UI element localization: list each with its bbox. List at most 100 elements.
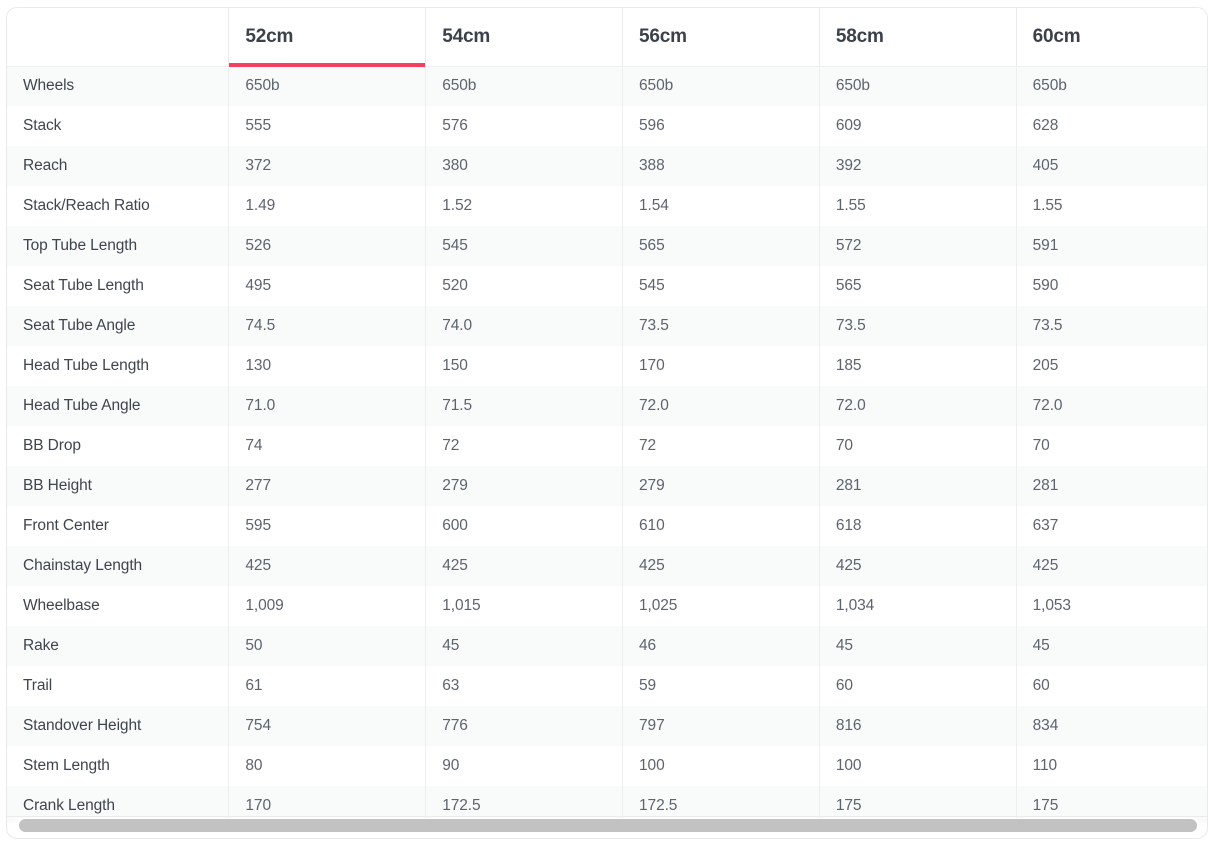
table-cell: 425 xyxy=(1016,546,1207,586)
table-cell: 1,025 xyxy=(623,586,820,626)
horizontal-scrollbar-track[interactable] xyxy=(14,818,1200,833)
table-cell: 565 xyxy=(623,226,820,266)
table-header-row: 52cm54cm56cm58cm60cm xyxy=(7,8,1207,66)
table-cell: 205 xyxy=(1016,346,1207,386)
table-cell: 70 xyxy=(819,426,1016,466)
table-cell: 150 xyxy=(426,346,623,386)
table-cell: 1,034 xyxy=(819,586,1016,626)
table-cell: 72 xyxy=(623,426,820,466)
table-cell: 185 xyxy=(819,346,1016,386)
table-row: Rake5045464545 xyxy=(7,626,1207,666)
table-cell: 45 xyxy=(819,626,1016,666)
table-row: BB Height277279279281281 xyxy=(7,466,1207,506)
table-cell: 520 xyxy=(426,266,623,306)
table-cell: 279 xyxy=(623,466,820,506)
table-cell: 545 xyxy=(426,226,623,266)
row-label-stem-length: Stem Length xyxy=(7,746,229,786)
table-cell: 610 xyxy=(623,506,820,546)
table-cell: 71.0 xyxy=(229,386,426,426)
table-cell: 100 xyxy=(819,746,1016,786)
table-cell: 74.5 xyxy=(229,306,426,346)
table-cell: 555 xyxy=(229,106,426,146)
row-label-standover-height: Standover Height xyxy=(7,706,229,746)
table-cell: 74.0 xyxy=(426,306,623,346)
table-row: Chainstay Length425425425425425 xyxy=(7,546,1207,586)
table-cell: 545 xyxy=(623,266,820,306)
table-header: 52cm54cm56cm58cm60cm xyxy=(7,8,1207,66)
table-header-corner xyxy=(7,8,229,66)
column-header-size-52cm[interactable]: 52cm xyxy=(229,8,426,66)
table-row: Stack555576596609628 xyxy=(7,106,1207,146)
table-cell: 1,009 xyxy=(229,586,426,626)
row-label-wheels: Wheels xyxy=(7,66,229,106)
table-cell: 650b xyxy=(1016,66,1207,106)
table-cell: 1.49 xyxy=(229,186,426,226)
table-cell: 600 xyxy=(426,506,623,546)
table-row: Seat Tube Length495520545565590 xyxy=(7,266,1207,306)
table-cell: 72 xyxy=(426,426,623,466)
row-label-wheelbase: Wheelbase xyxy=(7,586,229,626)
table-cell: 277 xyxy=(229,466,426,506)
table-cell: 63 xyxy=(426,666,623,706)
row-label-chainstay-length: Chainstay Length xyxy=(7,546,229,586)
table-row: Stack/Reach Ratio1.491.521.541.551.55 xyxy=(7,186,1207,226)
row-label-top-tube-length: Top Tube Length xyxy=(7,226,229,266)
table-cell: 816 xyxy=(819,706,1016,746)
table-cell: 609 xyxy=(819,106,1016,146)
table-cell: 596 xyxy=(623,106,820,146)
table-cell: 834 xyxy=(1016,706,1207,746)
row-label-stack: Stack xyxy=(7,106,229,146)
table-cell: 590 xyxy=(1016,266,1207,306)
table-cell: 388 xyxy=(623,146,820,186)
table-cell: 650b xyxy=(623,66,820,106)
table-cell: 59 xyxy=(623,666,820,706)
table-cell: 279 xyxy=(426,466,623,506)
table-cell: 61 xyxy=(229,666,426,706)
table-cell: 130 xyxy=(229,346,426,386)
table-cell: 170 xyxy=(623,346,820,386)
table-cell: 526 xyxy=(229,226,426,266)
column-header-size-54cm[interactable]: 54cm xyxy=(426,8,623,66)
table-cell: 425 xyxy=(819,546,1016,586)
table-cell: 100 xyxy=(623,746,820,786)
row-label-rake: Rake xyxy=(7,626,229,666)
table-cell: 72.0 xyxy=(819,386,1016,426)
row-label-front-center: Front Center xyxy=(7,506,229,546)
table-row: BB Drop7472727070 xyxy=(7,426,1207,466)
table-cell: 281 xyxy=(819,466,1016,506)
horizontal-scrollbar-thumb[interactable] xyxy=(19,819,1197,832)
column-header-size-58cm[interactable]: 58cm xyxy=(819,8,1016,66)
table-cell: 1.55 xyxy=(1016,186,1207,226)
table-cell: 637 xyxy=(1016,506,1207,546)
table-row: Seat Tube Angle74.574.073.573.573.5 xyxy=(7,306,1207,346)
table-row: Top Tube Length526545565572591 xyxy=(7,226,1207,266)
table-cell: 74 xyxy=(229,426,426,466)
table-cell: 565 xyxy=(819,266,1016,306)
table-cell: 797 xyxy=(623,706,820,746)
table-cell: 595 xyxy=(229,506,426,546)
table-cell: 650b xyxy=(426,66,623,106)
table-cell: 281 xyxy=(1016,466,1207,506)
table-row: Head Tube Length130150170185205 xyxy=(7,346,1207,386)
table-cell: 73.5 xyxy=(623,306,820,346)
table-cell: 425 xyxy=(426,546,623,586)
column-header-size-60cm[interactable]: 60cm xyxy=(1016,8,1207,66)
geometry-table-scroll-viewport[interactable]: 52cm54cm56cm58cm60cm Wheels650b650b650b6… xyxy=(7,8,1207,823)
table-cell: 405 xyxy=(1016,146,1207,186)
table-cell: 72.0 xyxy=(1016,386,1207,426)
geometry-table-card: 52cm54cm56cm58cm60cm Wheels650b650b650b6… xyxy=(6,7,1208,839)
table-cell: 572 xyxy=(819,226,1016,266)
geometry-table-page: 52cm54cm56cm58cm60cm Wheels650b650b650b6… xyxy=(0,0,1214,846)
row-label-stack-reach-ratio: Stack/Reach Ratio xyxy=(7,186,229,226)
table-row: Standover Height754776797816834 xyxy=(7,706,1207,746)
table-cell: 650b xyxy=(229,66,426,106)
table-cell: 1,053 xyxy=(1016,586,1207,626)
row-label-seat-tube-length: Seat Tube Length xyxy=(7,266,229,306)
table-cell: 425 xyxy=(229,546,426,586)
column-header-size-56cm[interactable]: 56cm xyxy=(623,8,820,66)
table-cell: 495 xyxy=(229,266,426,306)
table-cell: 576 xyxy=(426,106,623,146)
table-cell: 46 xyxy=(623,626,820,666)
geometry-table: 52cm54cm56cm58cm60cm Wheels650b650b650b6… xyxy=(7,8,1207,823)
table-row: Stem Length8090100100110 xyxy=(7,746,1207,786)
